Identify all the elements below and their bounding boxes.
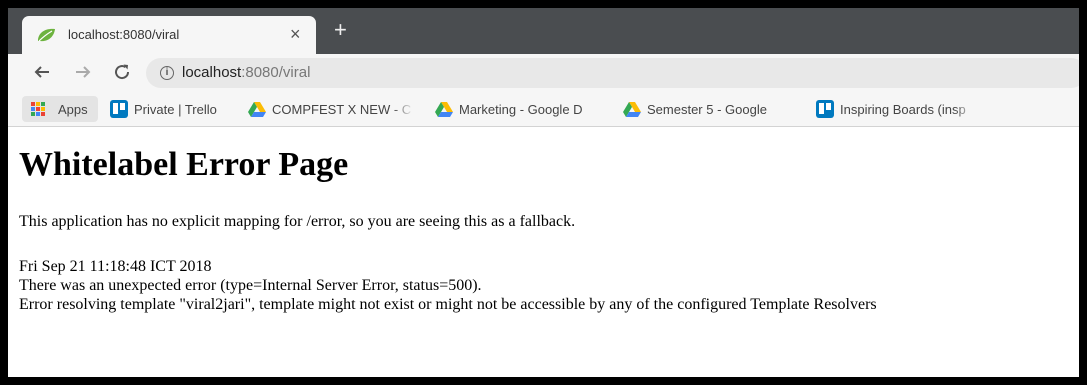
bookmark-marketing[interactable]: Marketing - Google D bbox=[435, 99, 607, 119]
bookmark-semester-5[interactable]: Semester 5 - Google bbox=[623, 99, 797, 119]
url-path: :8080/viral bbox=[241, 64, 311, 81]
toolbar: i localhost:8080/viral bbox=[8, 54, 1079, 92]
google-drive-icon bbox=[248, 102, 266, 117]
info-icon[interactable]: i bbox=[160, 66, 174, 80]
error-detail: Error resolving template "viral2jari", t… bbox=[19, 296, 877, 313]
apps-grid-icon bbox=[31, 102, 45, 116]
error-timestamp: Fri Sep 21 11:18:48 ICT 2018 bbox=[19, 258, 212, 275]
close-icon[interactable]: × bbox=[290, 24, 301, 44]
bookmark-compfest[interactable]: COMPFEST X NEW - C bbox=[248, 99, 414, 119]
bookmark-apps[interactable]: Apps bbox=[22, 96, 98, 122]
bookmark-private-trello[interactable]: Private | Trello bbox=[110, 99, 240, 119]
page-content: Whitelabel Error Page This application h… bbox=[8, 127, 1079, 377]
bookmarks-bar: Apps Private | Trello COMPFEST X NEW - C… bbox=[8, 92, 1079, 127]
back-arrow-icon[interactable] bbox=[30, 60, 54, 84]
bookmark-inspiring-boards[interactable]: Inspiring Boards (insp bbox=[816, 99, 976, 119]
bookmark-label: Private | Trello bbox=[134, 102, 217, 117]
error-status: There was an unexpected error (type=Inte… bbox=[19, 277, 482, 294]
trello-icon bbox=[816, 100, 834, 118]
spring-leaf-icon bbox=[38, 28, 55, 42]
forward-arrow-icon[interactable] bbox=[71, 60, 95, 84]
bookmark-label: Inspiring Boards (insp bbox=[840, 102, 966, 117]
tab-title: localhost:8080/viral bbox=[68, 27, 180, 42]
url-host: localhost bbox=[182, 64, 242, 81]
url-text[interactable]: localhost:8080/viral bbox=[182, 64, 310, 81]
tab-strip: localhost:8080/viral × + bbox=[8, 8, 1079, 54]
google-drive-icon bbox=[623, 102, 641, 117]
browser-window: localhost:8080/viral × + i localhost:808… bbox=[8, 8, 1079, 377]
error-message: This application has no explicit mapping… bbox=[19, 213, 576, 230]
google-drive-icon bbox=[435, 102, 453, 117]
trello-icon bbox=[110, 100, 128, 118]
bookmark-label: COMPFEST X NEW - C bbox=[272, 102, 412, 117]
bookmark-label: Apps bbox=[58, 102, 88, 117]
address-bar[interactable]: i localhost:8080/viral bbox=[146, 58, 1079, 88]
error-details: Fri Sep 21 11:18:48 ICT 2018 There was a… bbox=[19, 257, 877, 314]
bookmark-label: Marketing - Google D bbox=[459, 102, 583, 117]
new-tab-icon[interactable]: + bbox=[334, 18, 347, 42]
page-title: Whitelabel Error Page bbox=[19, 146, 349, 183]
tab-active[interactable]: localhost:8080/viral × bbox=[22, 16, 316, 54]
bookmark-label: Semester 5 - Google bbox=[647, 102, 767, 117]
reload-icon[interactable] bbox=[110, 60, 134, 84]
